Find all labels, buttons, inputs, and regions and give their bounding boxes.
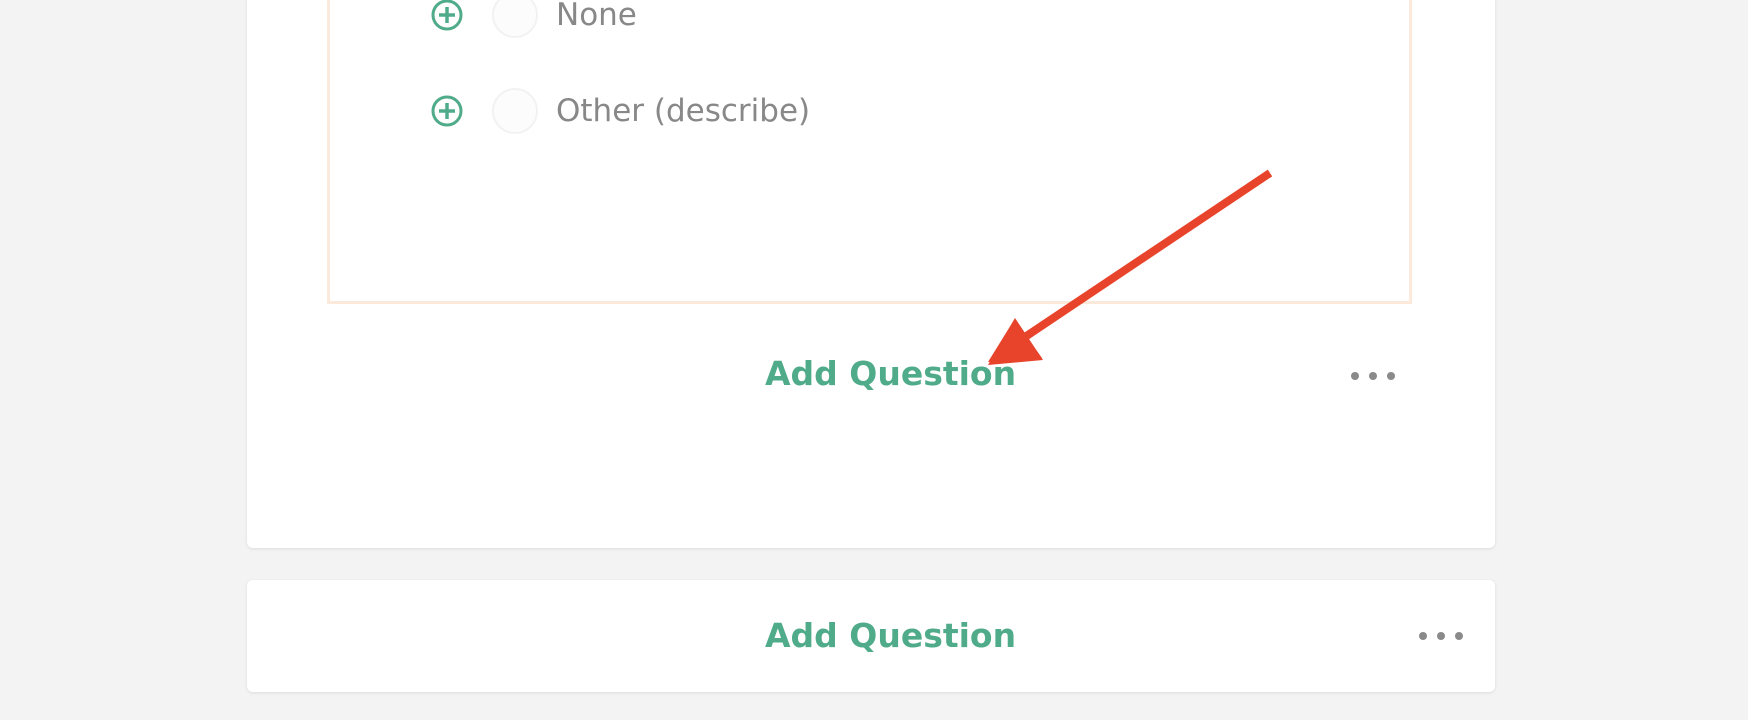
- option-label: None: [556, 0, 637, 33]
- option-row-none: None: [430, 0, 637, 40]
- plus-circle-icon[interactable]: [430, 0, 464, 32]
- option-label: Other (describe): [556, 93, 811, 129]
- add-question-button[interactable]: Add Question: [765, 354, 1016, 393]
- ellipsis-icon[interactable]: [1351, 370, 1395, 382]
- option-row-other: Other (describe): [430, 86, 810, 136]
- question-card: None Other (describe) Add Question: [247, 0, 1495, 548]
- plus-circle-icon[interactable]: [430, 94, 464, 128]
- question-options-box: None Other (describe): [327, 0, 1412, 304]
- add-question-button[interactable]: Add Question: [765, 616, 1016, 655]
- option-radio[interactable]: [492, 0, 538, 38]
- ellipsis-icon[interactable]: [1419, 630, 1463, 642]
- add-question-card: Add Question: [247, 580, 1495, 692]
- option-radio[interactable]: [492, 88, 538, 134]
